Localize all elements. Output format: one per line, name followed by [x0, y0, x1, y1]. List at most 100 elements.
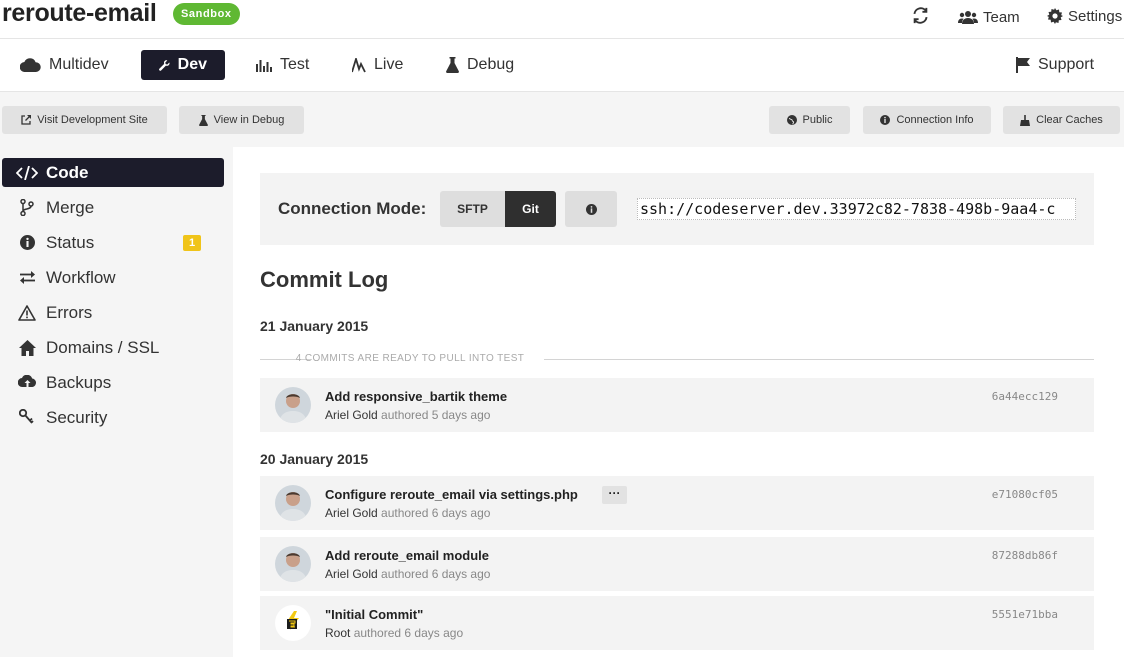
commit-hash[interactable]: 5551e71bba — [992, 608, 1058, 621]
sidebar-item-label: Code — [46, 162, 89, 182]
tab-live[interactable]: Live — [352, 50, 403, 80]
pulse-icon — [352, 57, 366, 72]
view-debug-label: View in Debug — [213, 114, 285, 126]
commit-row[interactable]: Add responsive_bartik theme Ariel Gold a… — [260, 378, 1094, 432]
sidebar-item-label: Backups — [46, 372, 112, 392]
commit-time: authored 6 days ago — [353, 626, 464, 640]
flask-icon — [198, 114, 208, 126]
avatar — [275, 605, 311, 641]
sftp-button[interactable]: SFTP — [440, 191, 505, 227]
commit-log-title: Commit Log — [260, 267, 389, 292]
refresh-icon — [913, 6, 928, 24]
clear-caches-button[interactable]: Clear Caches — [1003, 106, 1120, 134]
keys-icon — [14, 409, 40, 426]
commit-message[interactable]: Configure reroute_email via settings.php — [325, 487, 578, 502]
tab-debug[interactable]: Debug — [446, 50, 514, 80]
external-link-icon — [21, 115, 32, 125]
tab-multidev-label: Multidev — [49, 56, 109, 73]
public-label: Public — [802, 114, 833, 126]
commit-author: Ariel Gold — [325, 567, 378, 581]
connection-mode-panel: Connection Mode: SFTP Git ssh://codeserv… — [260, 173, 1094, 245]
sidebar-item-security[interactable]: Security — [2, 403, 224, 432]
sidebar-item-label: Security — [46, 407, 108, 427]
refresh-button[interactable] — [912, 4, 934, 26]
code-icon — [14, 165, 40, 180]
status-badge: 1 — [183, 235, 201, 251]
divider-line — [544, 359, 1094, 360]
commit-author: Ariel Gold — [325, 506, 378, 520]
top-header: reroute-email Sandbox Team Settings — [0, 0, 1124, 39]
action-toolbar: Visit Development Site View in Debug Pub… — [0, 92, 1124, 147]
sidebar-item-merge[interactable]: Merge — [2, 193, 224, 222]
environment-tabs: Multidev Dev Test Live Debug Support — [0, 39, 1124, 92]
home-icon — [14, 339, 40, 356]
commit-message[interactable]: Add reroute_email module — [325, 548, 489, 563]
cloud-icon — [20, 58, 41, 72]
settings-label: Settings — [1068, 7, 1123, 25]
commit-time: authored 5 days ago — [381, 408, 491, 422]
flag-icon — [1016, 57, 1030, 73]
visit-site-label: Visit Development Site — [37, 114, 148, 126]
team-label: Team — [983, 8, 1020, 26]
commit-row[interactable]: Configure reroute_email via settings.php… — [260, 476, 1094, 530]
sidebar-item-status[interactable]: Status 1 — [2, 228, 224, 257]
support-label: Support — [1038, 56, 1095, 73]
broom-icon — [1020, 114, 1031, 126]
commit-row[interactable]: Add reroute_email module Ariel Gold auth… — [260, 537, 1094, 591]
connection-mode-toggle: SFTP Git — [440, 191, 556, 227]
tab-multidev[interactable]: Multidev — [20, 50, 109, 80]
main-content: Connection Mode: SFTP Git ssh://codeserv… — [233, 147, 1124, 657]
view-debug-button[interactable]: View in Debug — [179, 106, 304, 134]
sidebar-item-label: Workflow — [46, 267, 116, 287]
commit-message[interactable]: Add responsive_bartik theme — [325, 389, 507, 404]
sidebar-item-workflow[interactable]: Workflow — [2, 263, 224, 292]
sidebar-item-domains[interactable]: Domains / SSL — [2, 333, 224, 362]
sidebar-item-code[interactable]: Code — [2, 158, 224, 187]
sidebar-item-label: Errors — [46, 302, 93, 322]
tab-test[interactable]: Test — [256, 50, 309, 80]
info-icon — [14, 235, 40, 250]
commit-time: authored 6 days ago — [381, 567, 491, 581]
commit-meta: Ariel Gold authored 6 days ago — [325, 506, 490, 520]
tab-dev[interactable]: Dev — [141, 50, 225, 80]
commit-message[interactable]: "Initial Commit" — [325, 607, 423, 622]
date-header: 21 January 2015 — [260, 318, 369, 334]
sandbox-badge: Sandbox — [173, 3, 240, 25]
settings-button[interactable]: Settings — [1047, 5, 1122, 27]
expand-message-button[interactable]: ··· — [602, 486, 627, 504]
connection-url-field[interactable]: ssh://codeserver.dev.33972c82-7838-498b-… — [637, 198, 1076, 220]
commit-meta: Root authored 6 days ago — [325, 626, 463, 640]
bar-chart-icon — [256, 60, 272, 72]
date-header: 20 January 2015 — [260, 451, 369, 467]
sidebar-item-errors[interactable]: Errors — [2, 298, 224, 327]
tab-dev-label: Dev — [177, 56, 207, 73]
visit-site-button[interactable]: Visit Development Site — [2, 106, 167, 134]
clear-caches-label: Clear Caches — [1036, 114, 1103, 126]
ready-to-pull-text: 4 COMMITS ARE READY TO PULL INTO TEST — [295, 353, 525, 364]
warning-icon — [14, 304, 40, 321]
sidebar-item-label: Status — [46, 232, 95, 252]
public-button[interactable]: Public — [769, 106, 850, 134]
commit-author: Root — [325, 626, 351, 640]
commit-hash[interactable]: e71080cf05 — [992, 488, 1058, 501]
commit-meta: Ariel Gold authored 6 days ago — [325, 567, 490, 581]
support-button[interactable]: Support — [1016, 50, 1094, 80]
flask-icon — [446, 57, 459, 73]
sidebar: Code Merge Status 1 Workflow Errors Doma… — [0, 147, 233, 657]
commit-hash[interactable]: 87288db86f — [992, 549, 1058, 562]
sidebar-item-label: Domains / SSL — [46, 337, 160, 357]
tab-live-label: Live — [374, 56, 404, 73]
sidebar-item-label: Merge — [46, 197, 95, 217]
connection-info-toggle[interactable] — [565, 191, 617, 227]
commit-row[interactable]: "Initial Commit" Root authored 6 days ag… — [260, 596, 1094, 650]
team-button[interactable]: Team — [958, 6, 1020, 28]
connection-mode-label: Connection Mode: — [278, 199, 427, 218]
commit-hash[interactable]: 6a44ecc129 — [992, 390, 1058, 403]
git-button[interactable]: Git — [505, 191, 556, 227]
commit-time: authored 6 days ago — [381, 506, 491, 520]
avatar — [275, 485, 311, 521]
connection-info-button[interactable]: Connection Info — [863, 106, 991, 134]
site-name[interactable]: reroute-email — [2, 0, 157, 28]
avatar — [275, 546, 311, 582]
sidebar-item-backups[interactable]: Backups — [2, 368, 224, 397]
